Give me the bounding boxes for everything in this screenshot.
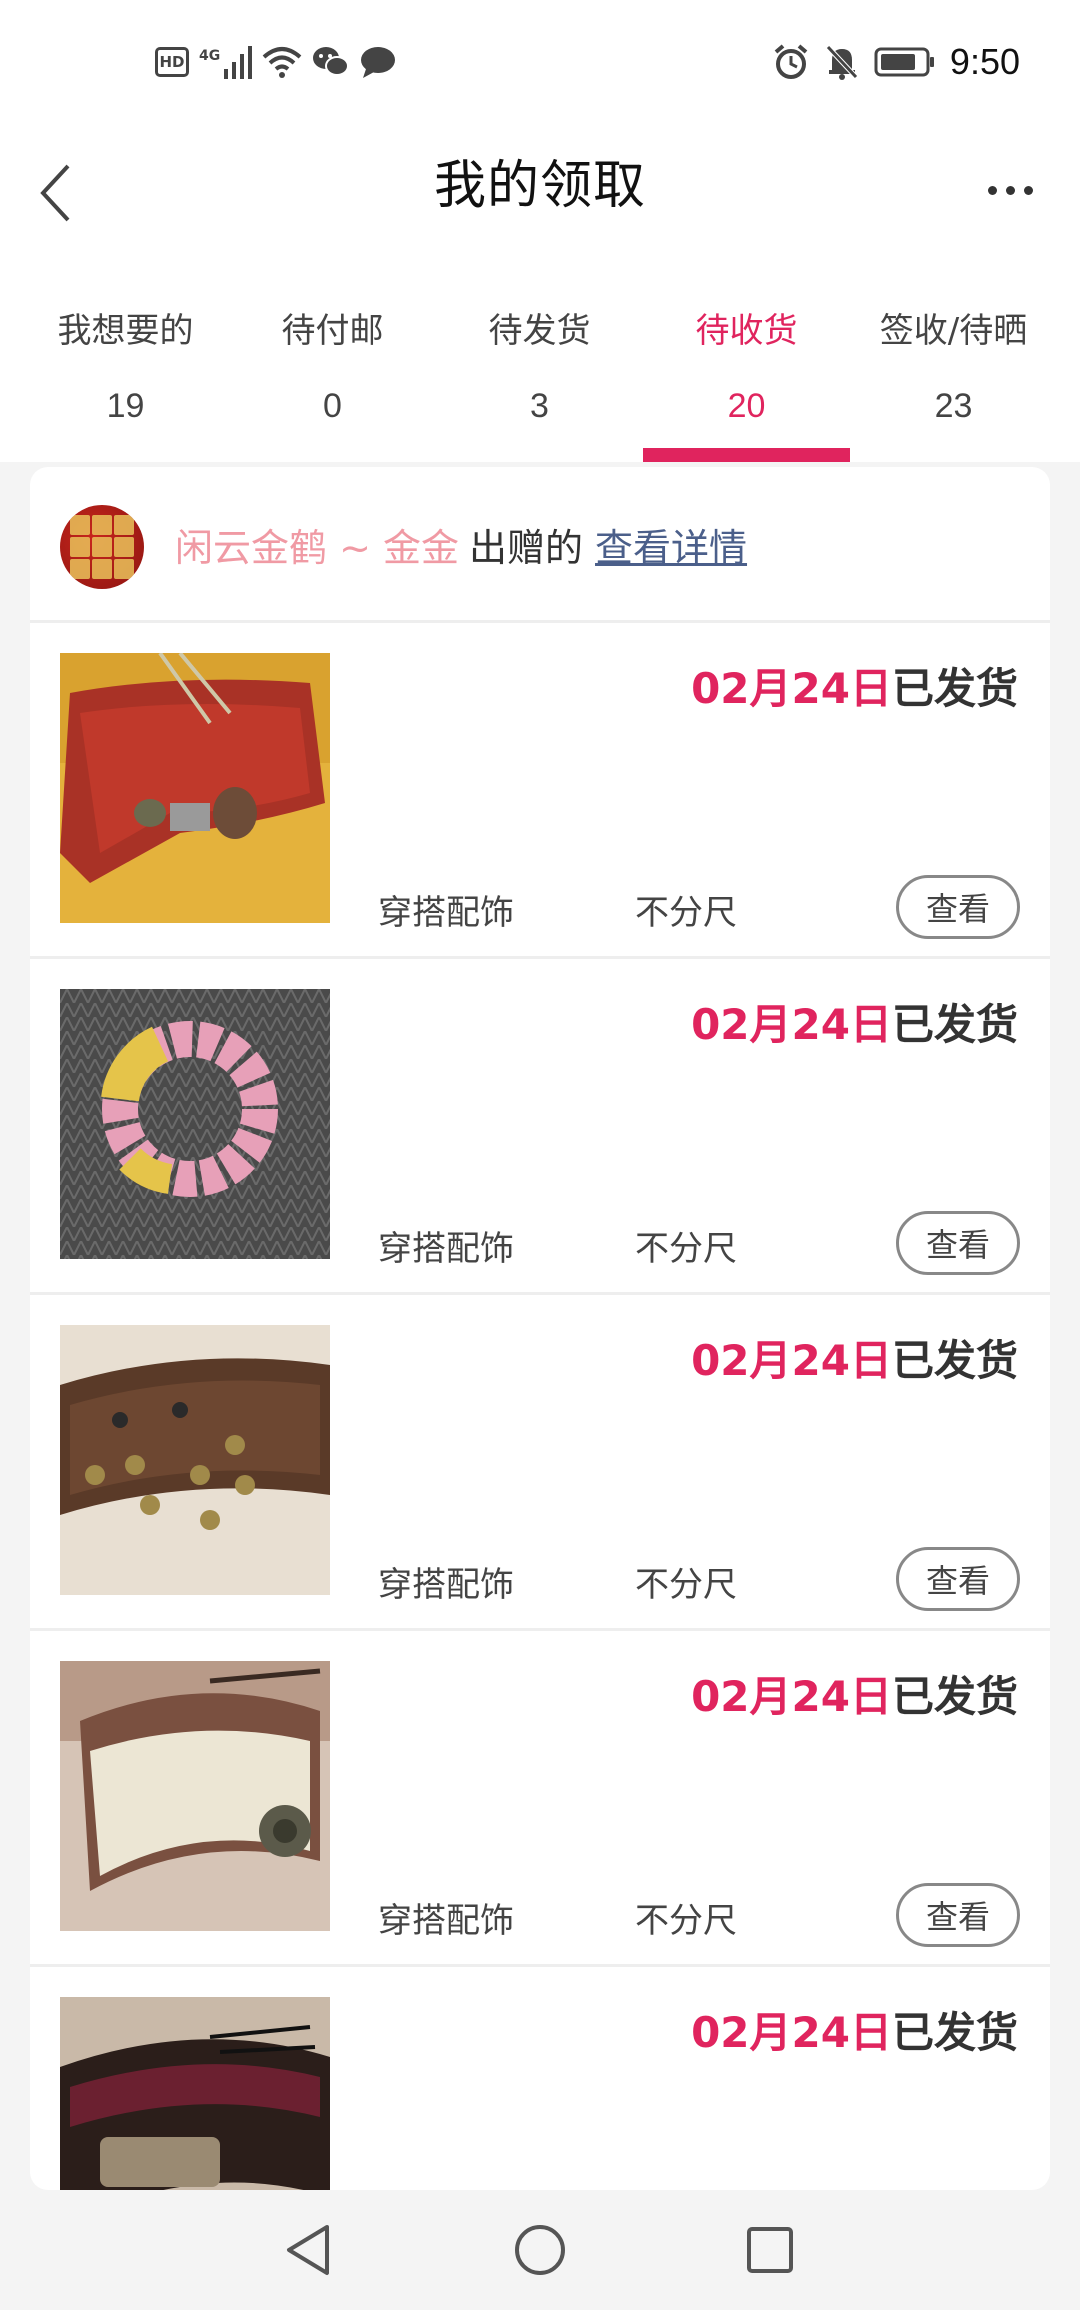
product-image[interactable] (60, 653, 330, 923)
item-category: 穿搭配饰 (378, 893, 514, 933)
header: 我的领取 (0, 125, 1080, 275)
signal-icon (224, 46, 253, 79)
network-type: 4G (199, 48, 221, 64)
ship-label: 已发货 (891, 1336, 1018, 1385)
wechat-icon (313, 47, 350, 76)
gift-card: 闲云金鹤 ~ 金金出赠的查看详情 02月24日已发货 穿搭配饰 不分尺 查看 (30, 467, 1050, 2190)
view-details-link[interactable]: 查看详情 (595, 526, 747, 570)
status-left: HD 4G (155, 38, 396, 86)
shipping-status: 02月24日已发货 (691, 1327, 1018, 1388)
ship-label: 已发货 (891, 1672, 1018, 1721)
product-image[interactable] (60, 1325, 330, 1595)
tab-label: 待收货 (695, 311, 798, 351)
view-button[interactable]: 查看 (896, 1211, 1020, 1275)
item-category: 穿搭配饰 (378, 1901, 514, 1941)
tab-signed-review[interactable]: 签收/待晒 23 (850, 275, 1057, 462)
mute-bell-icon (826, 45, 858, 80)
list-item[interactable]: 02月24日已发货 穿搭配饰 不分尺 查看 (30, 1295, 1050, 1631)
list-item[interactable]: 02月24日已发货 穿搭配饰 不分尺 查看 (30, 959, 1050, 1295)
sender-row: 闲云金鹤 ~ 金金 出赠的 查看详情 (30, 467, 1050, 623)
more-dot (987, 185, 997, 195)
view-button[interactable]: 查看 (896, 875, 1020, 939)
tab-bar: 我想要的 19 待付邮 0 待发货 3 待收货 20 签收/待晒 23 (0, 275, 1080, 462)
status-right: 9:50 (772, 38, 1020, 86)
ship-date: 02月24日 (691, 1000, 892, 1049)
list-item[interactable]: 02月24日已发货 (30, 1967, 1050, 2190)
product-image[interactable] (60, 1997, 330, 2190)
ship-date: 02月24日 (691, 664, 892, 713)
shipping-status: 02月24日已发货 (691, 1999, 1018, 2060)
page-title: 我的领取 (433, 156, 646, 216)
shipping-status: 02月24日已发货 (691, 1663, 1018, 1724)
tab-count: 23 (934, 387, 973, 425)
hd-icon: HD (155, 47, 189, 77)
view-button[interactable]: 查看 (896, 1547, 1020, 1611)
tab-count: 19 (106, 387, 145, 425)
nav-recents-button[interactable] (740, 2220, 800, 2280)
shipping-status: 02月24日已发货 (691, 991, 1018, 1052)
ship-date: 02月24日 (691, 1336, 892, 1385)
more-button[interactable] (970, 155, 1050, 225)
ship-label: 已发货 (891, 1000, 1018, 1049)
tab-pending-shipment[interactable]: 待发货 3 (436, 275, 643, 462)
product-image[interactable] (60, 1661, 330, 1931)
item-size: 不分尺 (635, 1901, 737, 1941)
triangle-back-icon (287, 2225, 329, 2275)
tab-label: 我想要的 (57, 311, 194, 351)
more-dot (1023, 185, 1033, 195)
message-icon (361, 47, 396, 78)
item-category: 穿搭配饰 (378, 1565, 514, 1605)
wifi-icon (262, 47, 302, 78)
tab-label: 签收/待晒 (879, 311, 1028, 351)
sender-line: 闲云金鹤 ~ 金金 出赠的 查看详情 (175, 517, 747, 572)
item-category: 穿搭配饰 (378, 1229, 514, 1269)
circle-home-icon (515, 2225, 565, 2275)
tab-label: 待发货 (488, 311, 591, 351)
list-item[interactable]: 02月24日已发货 穿搭配饰 不分尺 查看 (30, 1631, 1050, 1967)
ship-label: 已发货 (891, 2008, 1018, 2057)
tab-active-underline (643, 448, 850, 462)
ship-date: 02月24日 (691, 1672, 892, 1721)
tab-count: 3 (530, 387, 549, 425)
status-time: 9:50 (949, 41, 1020, 82)
list-item[interactable]: 02月24日已发货 穿搭配饰 不分尺 查看 (30, 623, 1050, 959)
ship-date: 02月24日 (691, 2008, 892, 2057)
tab-count: 20 (727, 387, 766, 425)
item-size: 不分尺 (635, 1565, 737, 1605)
product-image[interactable] (60, 989, 330, 1259)
tab-label: 待付邮 (281, 311, 384, 351)
nav-home-button[interactable] (510, 2220, 570, 2280)
tab-count: 0 (323, 387, 342, 425)
ship-label: 已发货 (891, 664, 1018, 713)
tab-wanted[interactable]: 我想要的 19 (22, 275, 229, 462)
sender-name[interactable]: 闲云金鹤 ~ 金金 (175, 526, 459, 570)
alarm-icon (774, 44, 808, 79)
view-button[interactable]: 查看 (896, 1883, 1020, 1947)
system-nav-bar (0, 2190, 1080, 2310)
tab-pending-receipt[interactable]: 待收货 20 (643, 275, 850, 462)
nav-back-button[interactable] (278, 2220, 338, 2280)
item-size: 不分尺 (635, 1229, 737, 1269)
item-size: 不分尺 (635, 893, 737, 933)
square-recents-icon (747, 2227, 793, 2273)
status-bar: HD 4G 9:50 (0, 0, 1080, 125)
shipping-status: 02月24日已发货 (691, 655, 1018, 716)
tab-pending-postage[interactable]: 待付邮 0 (229, 275, 436, 462)
avatar[interactable] (60, 505, 144, 589)
more-dot (1005, 185, 1015, 195)
battery-icon (874, 47, 934, 77)
sender-action: 出赠的 (469, 526, 584, 570)
